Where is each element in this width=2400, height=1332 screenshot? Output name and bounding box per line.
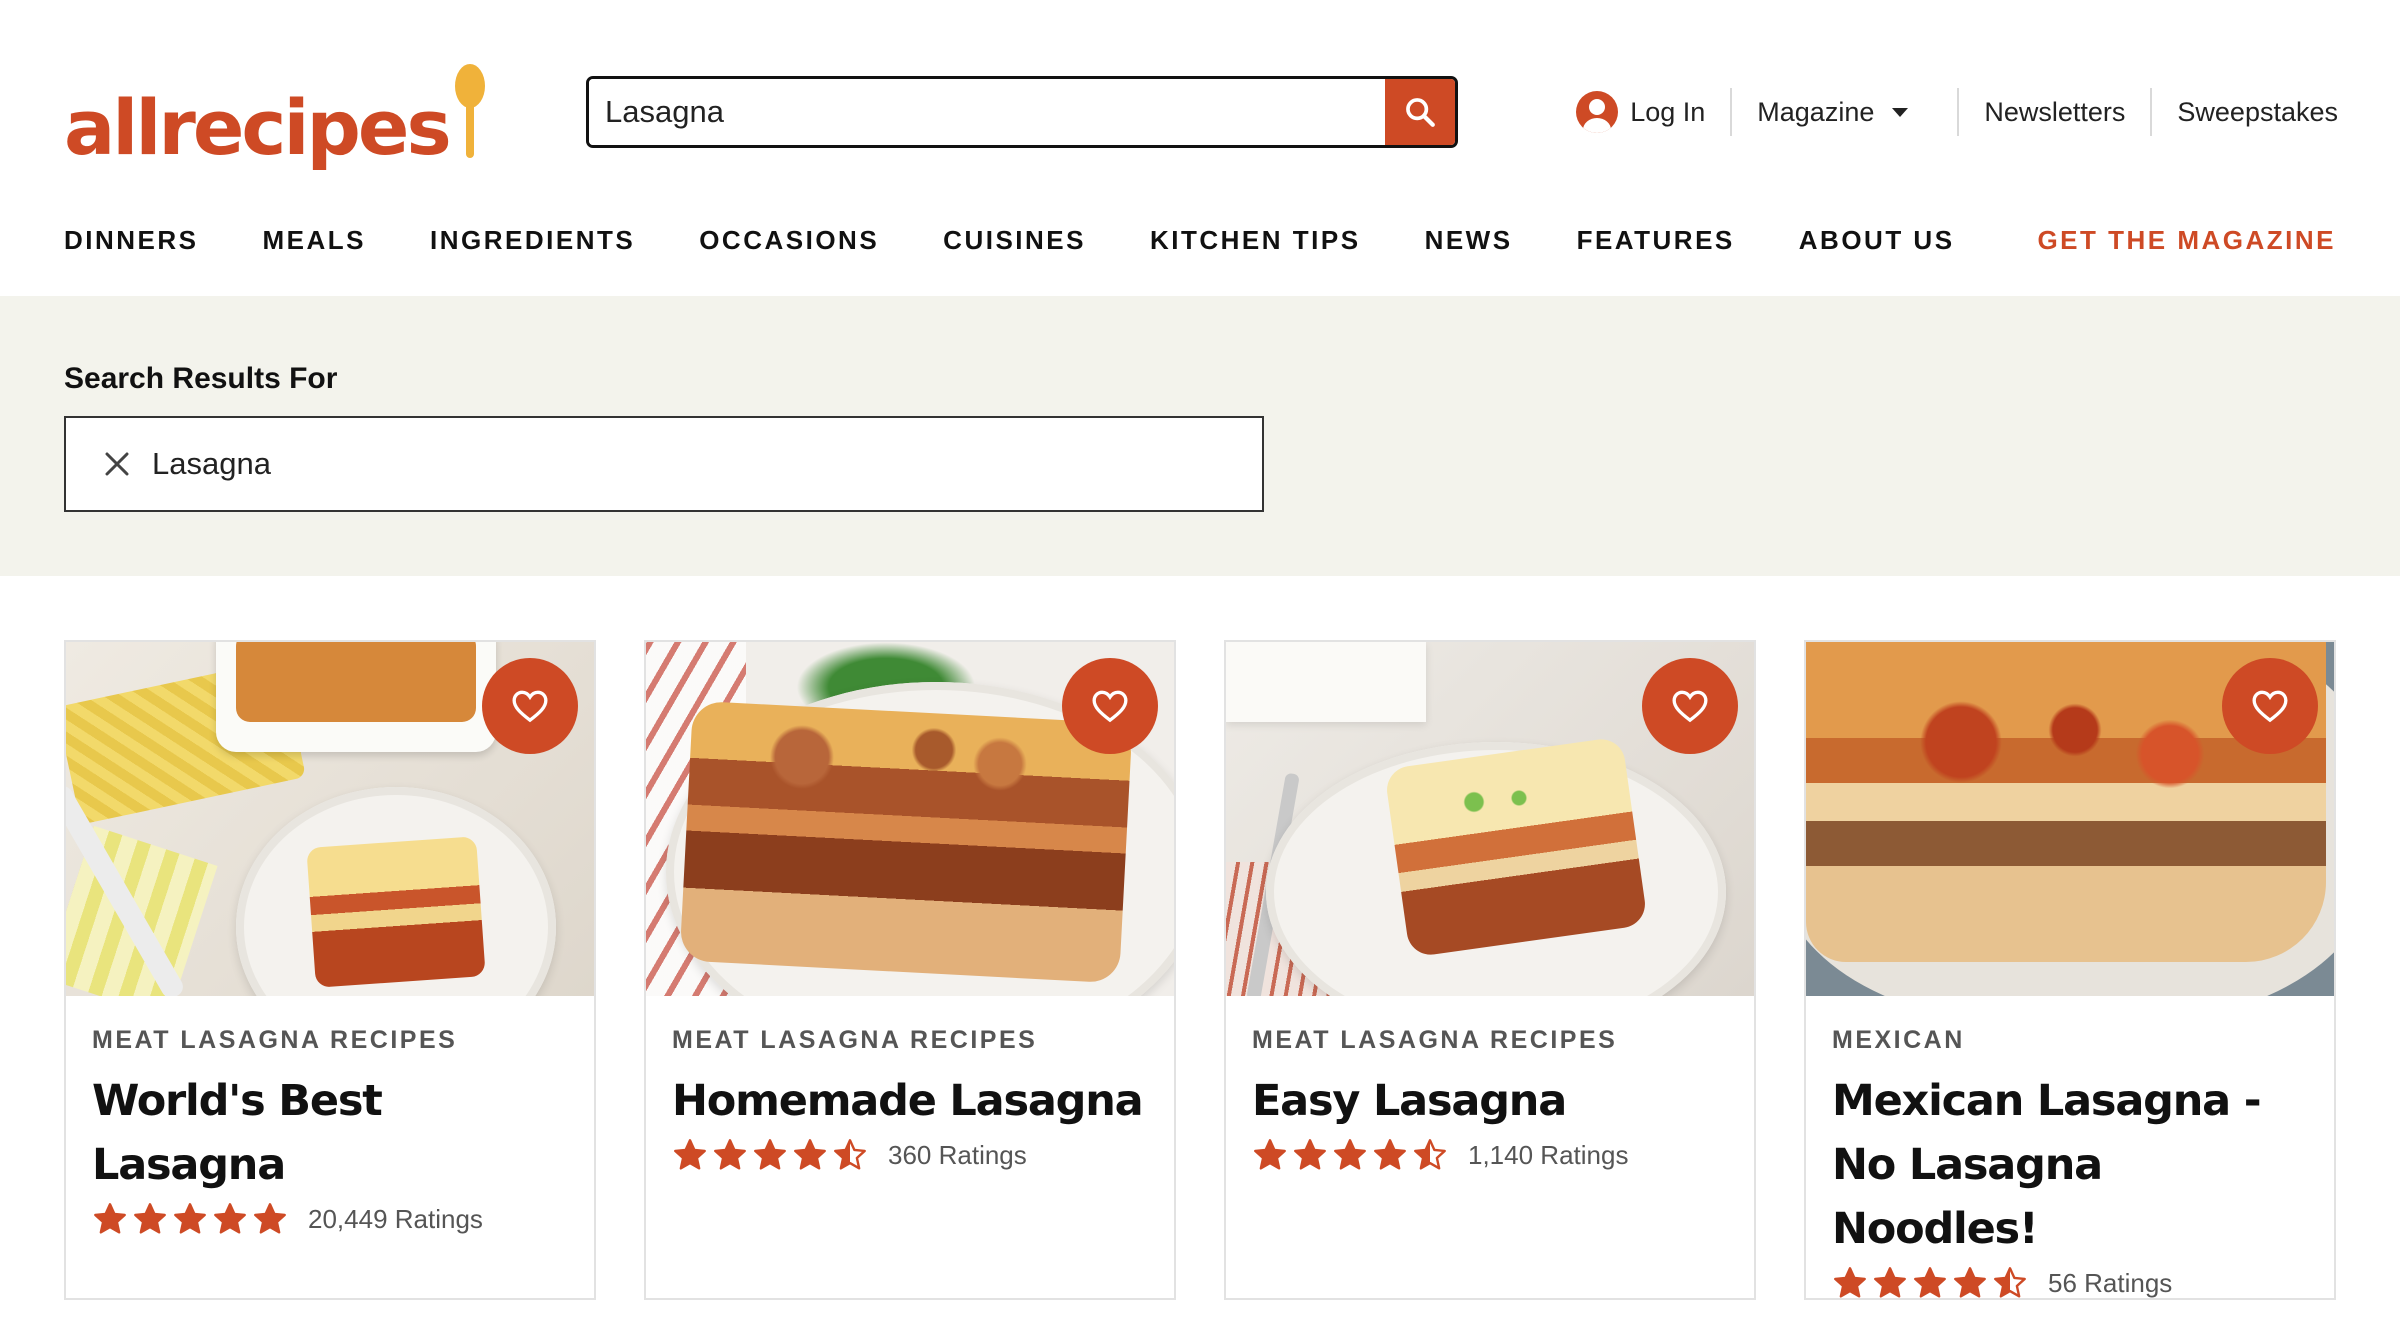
star-rating bbox=[1252, 1137, 1452, 1173]
recipe-title[interactable]: Easy Lasagna bbox=[1252, 1069, 1728, 1133]
search-term: Lasagna bbox=[152, 446, 271, 481]
login-label: Log In bbox=[1630, 96, 1706, 127]
recipe-rating: 360 Ratings bbox=[672, 1137, 1148, 1173]
spoon-icon bbox=[454, 64, 485, 160]
star-full-icon bbox=[1914, 1267, 1946, 1298]
search-button[interactable] bbox=[1385, 79, 1455, 145]
login-link[interactable]: Log In bbox=[1551, 88, 1730, 136]
search-results-label: Search Results For bbox=[64, 362, 338, 395]
star-full-icon bbox=[1874, 1267, 1906, 1298]
main-nav: DINNERS MEALS INGREDIENTS OCCASIONS CUIS… bbox=[64, 220, 2336, 260]
recipe-category[interactable]: MEAT LASAGNA RECIPES bbox=[1252, 1026, 1728, 1055]
nav-item-news[interactable]: NEWS bbox=[1425, 225, 1513, 256]
star-full-icon bbox=[1334, 1139, 1366, 1170]
star-full-icon bbox=[1834, 1267, 1866, 1298]
recipe-title[interactable]: Homemade Lasagna bbox=[672, 1069, 1148, 1133]
logo-wordmark: allrecipes bbox=[64, 83, 452, 172]
heart-icon bbox=[512, 690, 548, 723]
search-icon bbox=[1406, 98, 1435, 127]
close-icon[interactable] bbox=[102, 449, 132, 479]
recipe-category[interactable]: MEAT LASAGNA RECIPES bbox=[672, 1026, 1148, 1055]
star-full-icon bbox=[754, 1139, 786, 1170]
nav-item-meals[interactable]: MEALS bbox=[263, 225, 367, 256]
heart-icon bbox=[2252, 690, 2288, 723]
nav-item-features[interactable]: FEATURES bbox=[1577, 225, 1735, 256]
save-recipe-button[interactable] bbox=[1062, 658, 1158, 754]
star-full-icon bbox=[94, 1203, 126, 1234]
search-term-chip: Lasagna bbox=[64, 416, 1264, 512]
recipe-image bbox=[646, 642, 1174, 996]
star-full-icon bbox=[214, 1203, 246, 1234]
star-full-icon bbox=[1954, 1267, 1986, 1298]
heart-icon bbox=[1092, 690, 1128, 723]
star-rating bbox=[672, 1137, 872, 1173]
search-bar bbox=[586, 76, 1458, 148]
nav-item-kitchen-tips[interactable]: KITCHEN TIPS bbox=[1150, 225, 1361, 256]
magazine-label: Magazine bbox=[1757, 96, 1875, 127]
star-full-icon bbox=[174, 1203, 206, 1234]
magazine-dropdown[interactable]: Magazine bbox=[1730, 88, 1957, 136]
ratings-count: 360 Ratings bbox=[888, 1139, 1027, 1170]
star-half-icon bbox=[1994, 1267, 2026, 1298]
star-rating bbox=[1832, 1265, 2032, 1301]
nav-item-cuisines[interactable]: CUISINES bbox=[943, 225, 1086, 256]
recipe-image bbox=[66, 642, 594, 996]
star-full-icon bbox=[1374, 1139, 1406, 1170]
nav-item-occasions[interactable]: OCCASIONS bbox=[699, 225, 879, 256]
ratings-count: 20,449 Ratings bbox=[308, 1203, 483, 1234]
save-recipe-button[interactable] bbox=[2222, 658, 2318, 754]
recipe-rating: 20,449 Ratings bbox=[92, 1201, 568, 1237]
star-half-icon bbox=[834, 1139, 866, 1170]
save-recipe-button[interactable] bbox=[1642, 658, 1738, 754]
recipe-title[interactable]: World's Best Lasagna bbox=[92, 1069, 568, 1197]
recipe-card[interactable]: MEAT LASAGNA RECIPES World's Best Lasagn… bbox=[64, 640, 596, 1300]
get-the-magazine-link[interactable]: GET THE MAGAZINE bbox=[2037, 225, 2336, 256]
recipe-rating: 56 Ratings bbox=[1832, 1265, 2308, 1301]
ratings-count: 1,140 Ratings bbox=[1468, 1139, 1629, 1170]
allrecipes-logo[interactable]: allrecipes bbox=[64, 56, 485, 166]
search-input[interactable] bbox=[589, 79, 1385, 145]
newsletters-link[interactable]: Newsletters bbox=[1957, 88, 2150, 136]
recipe-rating: 1,140 Ratings bbox=[1252, 1137, 1728, 1173]
star-full-icon bbox=[674, 1139, 706, 1170]
star-full-icon bbox=[134, 1203, 166, 1234]
star-full-icon bbox=[794, 1139, 826, 1170]
star-full-icon bbox=[1254, 1139, 1286, 1170]
heart-icon bbox=[1672, 690, 1708, 723]
site-header: allrecipes Log In Magazine Newsletters S… bbox=[0, 0, 2400, 296]
sweepstakes-link[interactable]: Sweepstakes bbox=[2150, 88, 2338, 136]
recipe-image bbox=[1226, 642, 1754, 996]
star-full-icon bbox=[1294, 1139, 1326, 1170]
nav-item-dinners[interactable]: DINNERS bbox=[64, 225, 199, 256]
star-rating bbox=[92, 1201, 292, 1237]
save-recipe-button[interactable] bbox=[482, 658, 578, 754]
nav-item-about-us[interactable]: ABOUT US bbox=[1799, 225, 1955, 256]
search-results-header: Search Results For Lasagna bbox=[0, 296, 2400, 576]
recipe-card[interactable]: MEAT LASAGNA RECIPES Homemade Lasagna 36… bbox=[644, 640, 1176, 1300]
recipe-image bbox=[1806, 642, 2334, 996]
nav-item-ingredients[interactable]: INGREDIENTS bbox=[430, 225, 635, 256]
utility-links: Log In Magazine Newsletters Sweepstakes bbox=[1551, 82, 2338, 142]
recipe-category[interactable]: MEAT LASAGNA RECIPES bbox=[92, 1026, 568, 1055]
recipe-category[interactable]: MEXICAN bbox=[1832, 1026, 2308, 1055]
star-full-icon bbox=[254, 1203, 286, 1234]
star-half-icon bbox=[1414, 1139, 1446, 1170]
user-icon bbox=[1576, 91, 1619, 133]
recipe-card[interactable]: MEAT LASAGNA RECIPES Easy Lasagna 1,140 … bbox=[1224, 640, 1756, 1300]
recipe-card[interactable]: MEXICAN Mexican Lasagna - No Lasagna Noo… bbox=[1804, 640, 2336, 1300]
caret-down-icon bbox=[1892, 107, 1909, 117]
recipe-title[interactable]: Mexican Lasagna - No Lasagna Noodles! bbox=[1832, 1069, 2308, 1261]
star-full-icon bbox=[714, 1139, 746, 1170]
ratings-count: 56 Ratings bbox=[2048, 1267, 2173, 1298]
